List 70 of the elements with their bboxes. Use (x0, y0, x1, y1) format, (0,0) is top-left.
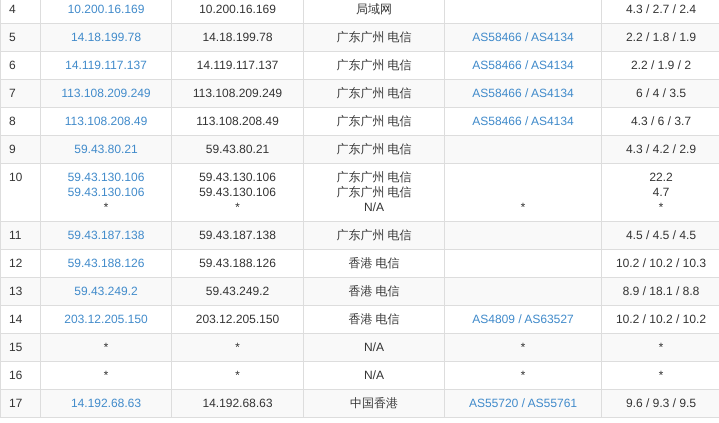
location: N/A (364, 368, 384, 383)
hop-number: 4 (9, 2, 16, 16)
location: N/A (364, 340, 384, 355)
hop-number: 7 (9, 86, 16, 100)
hostname: 59.43.80.21 (206, 142, 270, 157)
latency: 2.2 / 1.9 / 2 (630, 58, 692, 73)
asn: * (520, 368, 526, 383)
ip-address: * (104, 368, 108, 383)
location: 广东广州 电信 (336, 86, 412, 101)
hop-number: 9 (9, 142, 16, 156)
ip-address: * (104, 200, 108, 215)
hop-number: 13 (9, 284, 22, 298)
hop-number: 8 (9, 114, 16, 128)
hostname: 59.43.130.106 (199, 185, 276, 200)
hop-number: 12 (9, 256, 22, 270)
latency: 4.5 / 4.5 / 4.5 (626, 228, 696, 243)
hostname: 14.119.117.137 (196, 58, 278, 73)
ip-address-link[interactable]: 59.43.130.106 (68, 170, 144, 185)
hostname: 14.192.68.63 (202, 396, 273, 411)
hop-number: 14 (9, 312, 22, 326)
location: 广东广州 电信 (336, 185, 412, 200)
latency: * (658, 368, 664, 383)
latency: 9.6 / 9.3 / 9.5 (626, 396, 696, 411)
location: 局域网 (356, 2, 392, 17)
location: 广东广州 电信 (336, 114, 412, 129)
hostname: 59.43.249.2 (206, 284, 270, 299)
asn: * (520, 200, 526, 215)
hop-number: 11 (9, 228, 22, 242)
location: 广东广州 电信 (336, 58, 412, 73)
hostname: 10.200.16.169 (199, 2, 276, 17)
latency: 6 / 4 / 3.5 (636, 86, 686, 101)
ip-address-link[interactable]: 59.43.130.106 (68, 185, 144, 200)
asn: * (520, 340, 526, 355)
location: 广东广州 电信 (336, 228, 412, 243)
ip-address: * (104, 340, 108, 355)
location: 广东广州 电信 (336, 142, 412, 157)
hostname: 113.108.208.49 (196, 114, 279, 129)
hostname: 14.18.199.78 (202, 30, 273, 45)
location: 香港 电信 (348, 256, 400, 271)
latency: 4.3 / 2.7 / 2.4 (626, 2, 696, 17)
hop-number: 16 (9, 368, 22, 382)
hostname: 59.43.187.138 (199, 228, 276, 243)
latency: 2.2 / 1.8 / 1.9 (626, 30, 696, 45)
location: N/A (364, 200, 384, 215)
location: 广东广州 电信 (336, 30, 412, 45)
latency: 4.7 (652, 185, 670, 200)
latency: 4.3 / 4.2 / 2.9 (626, 142, 696, 157)
hostname: 203.12.205.150 (196, 312, 280, 327)
location: 香港 电信 (348, 284, 400, 299)
location: 香港 电信 (348, 312, 400, 327)
hostname: * (235, 200, 240, 215)
latency: * (658, 200, 664, 215)
hostname: 113.108.209.249 (192, 86, 282, 101)
hop-number: 15 (9, 340, 22, 354)
hostname: * (235, 340, 240, 355)
hop-number: 17 (9, 396, 22, 410)
latency: 10.2 / 10.2 / 10.2 (616, 312, 706, 327)
latency: 4.3 / 6 / 3.7 (630, 114, 692, 129)
hop-number: 10 (9, 170, 22, 184)
latency: 10.2 / 10.2 / 10.3 (616, 256, 706, 271)
latency: 22.2 (649, 170, 673, 185)
location: 中国香港 (350, 396, 398, 411)
hop-number: 5 (9, 30, 16, 44)
hostname: 59.43.130.106 (199, 170, 276, 185)
latency: 8.9 / 18.1 / 8.8 (622, 284, 700, 299)
location: 广东广州 电信 (336, 170, 412, 185)
hostname: * (235, 368, 240, 383)
hop-number: 6 (9, 58, 16, 72)
latency: * (658, 340, 664, 355)
hostname: 59.43.188.126 (199, 256, 276, 271)
